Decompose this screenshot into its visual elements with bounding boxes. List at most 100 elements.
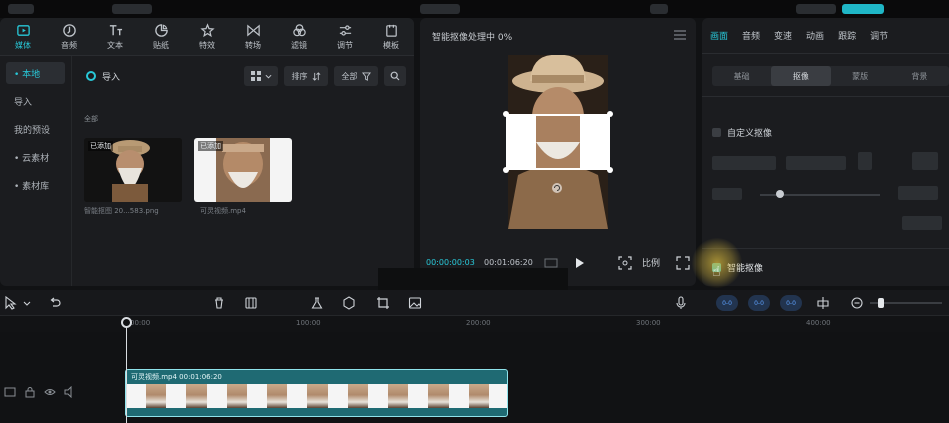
crop-handle[interactable] (607, 167, 613, 173)
play-icon[interactable] (572, 256, 586, 270)
split-center-icon[interactable] (816, 296, 830, 310)
menu-icon[interactable] (674, 30, 686, 40)
custom-matting-row[interactable]: 自定义抠像 (712, 126, 772, 139)
tab-audio[interactable]: 音频 (742, 29, 760, 42)
media-thumb-video[interactable]: 已添加 (194, 138, 292, 202)
tab-speed[interactable]: 变速 (774, 29, 792, 42)
rotate-icon[interactable] (551, 182, 563, 194)
search-button[interactable] (384, 66, 406, 86)
tool-transition[interactable]: 转场 (230, 18, 276, 56)
tool-effects[interactable]: 特效 (184, 18, 230, 56)
sidebar-item-local[interactable]: • 本地 (6, 62, 65, 84)
sidebar-item-library[interactable]: • 素材库 (6, 174, 65, 196)
template-icon (385, 24, 397, 37)
transform-icon[interactable] (342, 296, 356, 310)
crop-handle[interactable] (607, 111, 613, 117)
image-icon[interactable] (408, 296, 422, 310)
playhead-line[interactable] (126, 320, 127, 423)
subtab-mask[interactable]: 蒙版 (831, 66, 890, 86)
lock-icon[interactable] (24, 386, 36, 398)
playhead-handle[interactable] (121, 317, 132, 328)
current-time: 00:00:00:03 (426, 258, 475, 267)
disabled-tool (858, 152, 872, 170)
sort-button[interactable]: 排序 (284, 66, 328, 86)
eye-icon[interactable] (44, 386, 56, 398)
undo-icon[interactable] (48, 296, 62, 310)
tool-filter[interactable]: 滤镜 (276, 18, 322, 56)
subtab-basic[interactable]: 基础 (712, 66, 771, 86)
top-strip-item (650, 4, 668, 14)
tool-label: 音频 (61, 41, 77, 50)
top-strip-accent[interactable] (842, 4, 884, 14)
film-frame (146, 384, 167, 408)
film-frame (388, 384, 409, 408)
film-frame (468, 384, 489, 408)
custom-matting-checkbox[interactable] (712, 128, 721, 137)
disabled-tool (712, 156, 776, 170)
toggle-snap[interactable]: 0-0 (748, 295, 770, 311)
all-label: 全部 (341, 71, 358, 81)
focus-icon[interactable] (618, 256, 632, 270)
tool-label: 转场 (245, 41, 261, 50)
tab-adjust[interactable]: 调节 (870, 29, 888, 42)
film-frame (126, 384, 147, 408)
timeline-ruler[interactable]: 00:00 100:00 200:00 300:00 400:00 (0, 316, 949, 332)
tool-media[interactable]: 媒体 (0, 18, 46, 56)
select-cursor-icon[interactable] (4, 296, 18, 310)
tab-tracking[interactable]: 跟踪 (838, 29, 856, 42)
crop-handle[interactable] (503, 167, 509, 173)
tool-label: 滤镜 (291, 41, 307, 50)
view-toggle-button[interactable] (244, 66, 278, 86)
grid-icon (250, 71, 261, 81)
tab-video[interactable]: 画面 (710, 29, 728, 42)
ratio-button[interactable]: 比例 (642, 256, 660, 269)
toggle-link[interactable]: 0-0 (780, 295, 802, 311)
flask-icon[interactable] (310, 296, 324, 310)
speaker-icon[interactable] (64, 386, 76, 398)
tool-label: 特效 (199, 41, 215, 50)
tool-template[interactable]: 模板 (368, 18, 414, 56)
tool-audio[interactable]: 音频 (46, 18, 92, 56)
media-icon (16, 25, 30, 36)
click-highlight (692, 238, 742, 288)
sidebar-item-presets[interactable]: 我的预设 (6, 118, 65, 140)
fullscreen-icon[interactable] (676, 256, 690, 270)
total-time: 00:01:06:20 (484, 258, 533, 267)
freeze-frame-icon[interactable] (244, 296, 258, 310)
crop-handle[interactable] (503, 111, 509, 117)
video-clip[interactable]: 可灵视频.mp4 00:01:06:20 (125, 369, 508, 417)
crop-selection-box[interactable] (506, 114, 610, 170)
sidebar-item-cloud[interactable]: • 云素材 (6, 146, 65, 168)
clip-label: 可灵视频.mp4 00:01:06:20 (131, 373, 222, 381)
divider (702, 96, 949, 97)
microphone-icon[interactable] (674, 296, 688, 310)
tab-animation[interactable]: 动画 (806, 29, 824, 42)
track-controls (4, 386, 76, 398)
tool-text[interactable]: 文本 (92, 18, 138, 56)
import-button[interactable]: 导入 (86, 67, 120, 85)
zoom-out-icon[interactable] (850, 296, 864, 310)
size-slider-knob[interactable] (776, 190, 784, 198)
film-frame (307, 384, 328, 408)
film-frame (246, 384, 268, 408)
crop-region (508, 116, 608, 168)
media-thumb-image[interactable]: 已添加 (84, 138, 182, 202)
added-badge: 已添加 (198, 141, 223, 151)
sidebar-item-import[interactable]: 导入 (6, 90, 65, 112)
crop-icon[interactable] (376, 296, 390, 310)
zoom-slider-knob[interactable] (878, 298, 884, 308)
audio-icon (62, 24, 76, 37)
delete-icon[interactable] (212, 296, 226, 310)
chevron-down-icon[interactable] (20, 296, 34, 310)
subtab-background[interactable]: 背景 (890, 66, 949, 86)
top-strip-item (8, 4, 34, 14)
toggle-main-track[interactable]: 0-0 (716, 295, 738, 311)
subtab-matting[interactable]: 抠像 (771, 66, 831, 86)
filter-all-button[interactable]: 全部 (334, 66, 378, 86)
tool-adjust[interactable]: 调节 (322, 18, 368, 56)
cover-icon[interactable] (4, 386, 16, 398)
tool-sticker[interactable]: 贴纸 (138, 18, 184, 56)
funnel-icon (361, 71, 371, 81)
top-strip-item (420, 4, 460, 14)
tick-label: 100:00 (296, 319, 321, 327)
